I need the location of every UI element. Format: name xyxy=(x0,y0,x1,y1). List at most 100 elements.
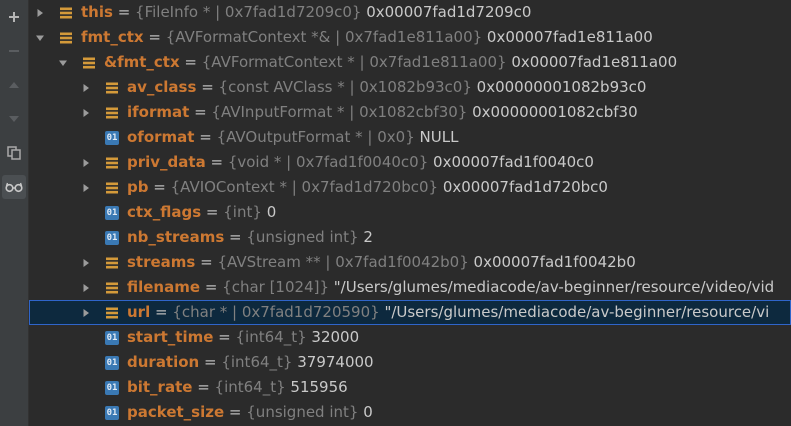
primitive-icon: 01 xyxy=(105,206,119,220)
tree-row-content: url = {char * | 0x7fad1d720590} "/Users/… xyxy=(127,300,769,325)
equals-sign: = xyxy=(112,3,136,21)
primitive-icon: 01 xyxy=(105,356,119,370)
variable-value: 0x00007fad1e811a00 xyxy=(482,28,653,46)
variable-type: {void * | 0x7fad1f0040c0} xyxy=(227,153,429,171)
primitive-icon: 01 xyxy=(105,331,119,345)
variables-tree: this = {FileInfo * | 0x7fad1d7209c0} 0x0… xyxy=(29,0,791,426)
variable-name: streams xyxy=(127,253,196,271)
tree-row-packet-size[interactable]: 01 packet_size = {unsigned int} 0 xyxy=(29,400,791,425)
variable-type: {AVIOContext * | 0x7fad1d720bc0} xyxy=(170,178,439,196)
copy-icon[interactable] xyxy=(2,141,26,165)
tree-row-this[interactable]: this = {FileInfo * | 0x7fad1d7209c0} 0x0… xyxy=(29,0,791,25)
variable-value: 32000 xyxy=(306,328,360,346)
tree-row-content: fmt_ctx = {AVFormatContext *& | 0x7fad1e… xyxy=(81,25,653,50)
tree-row-filename[interactable]: filename = {char [1024]} "/Users/glumes/… xyxy=(29,275,791,300)
variable-value: "/Users/glumes/mediacode/av-beginner/res… xyxy=(379,303,770,321)
collapsed-arrow-icon[interactable] xyxy=(80,100,92,125)
arrow-up-icon[interactable] xyxy=(2,73,26,97)
variable-name: av_class xyxy=(127,78,197,96)
variable-type: {AVFormatContext *& | 0x7fad1e811a00} xyxy=(165,28,483,46)
variable-value: 2 xyxy=(358,228,373,246)
tree-row-fmt-ctx[interactable]: fmt_ctx = {AVFormatContext *& | 0x7fad1e… xyxy=(29,25,791,50)
variable-type: {int} xyxy=(223,203,262,221)
tree-row-content: nb_streams = {unsigned int} 2 xyxy=(127,225,373,250)
tree-row-fmt-ctx[interactable]: &fmt_ctx = {AVFormatContext * | 0x7fad1e… xyxy=(29,50,791,75)
primitive-icon: 01 xyxy=(105,406,119,420)
equals-sign: = xyxy=(195,253,218,271)
tree-row-oformat[interactable]: 01 oformat = {AVOutputFormat * | 0x0} NUL… xyxy=(29,125,791,150)
tree-row-priv-data[interactable]: priv_data = {void * | 0x7fad1f0040c0} 0x… xyxy=(29,150,791,175)
tree-row-content: bit_rate = {int64_t} 515956 xyxy=(127,375,348,400)
field-icon xyxy=(105,281,119,295)
variable-type: {int64_t} xyxy=(214,378,286,396)
equals-sign: = xyxy=(224,403,247,421)
variable-value: 515956 xyxy=(285,378,348,396)
collapsed-arrow-icon[interactable] xyxy=(80,150,92,175)
debugger-toolbar xyxy=(0,0,29,426)
tree-row-content: start_time = {int64_t} 32000 xyxy=(127,325,359,350)
variable-value: 0 xyxy=(358,403,373,421)
equals-sign: = xyxy=(192,378,215,396)
collapsed-arrow-icon[interactable] xyxy=(80,250,92,275)
variable-type: {int64_t} xyxy=(221,353,293,371)
tree-row-content: &fmt_ctx = {AVFormatContext * | 0x7fad1e… xyxy=(104,50,677,75)
tree-row-content: pb = {AVIOContext * | 0x7fad1d720bc0} 0x… xyxy=(127,175,608,200)
variable-value: NULL xyxy=(414,128,459,146)
variable-name: ctx_flags xyxy=(127,203,202,221)
tree-row-nb-streams[interactable]: 01 nb_streams = {unsigned int} 2 xyxy=(29,225,791,250)
tree-row-content: duration = {int64_t} 37974000 xyxy=(127,350,374,375)
variable-value: 0 xyxy=(261,203,277,221)
collapsed-arrow-icon[interactable] xyxy=(80,75,92,100)
arrow-down-icon[interactable] xyxy=(2,107,26,131)
tree-row-start-time[interactable]: 01 start_time = {int64_t} 32000 xyxy=(29,325,791,350)
field-icon xyxy=(105,81,119,95)
equals-sign: = xyxy=(150,303,173,321)
variable-type: {FileInfo * | 0x7fad1d7209c0} xyxy=(135,3,362,21)
equals-sign: = xyxy=(143,28,166,46)
field-icon xyxy=(105,156,119,170)
variable-value: 0x00000001082cbf30 xyxy=(467,103,638,121)
variable-name: oformat xyxy=(127,128,195,146)
collapsed-arrow-icon[interactable] xyxy=(80,300,92,325)
primitive-icon: 01 xyxy=(105,381,119,395)
equals-sign: = xyxy=(148,178,171,196)
variable-name: pb xyxy=(127,178,149,196)
tree-row-content: oformat = {AVOutputFormat * | 0x0} NULL xyxy=(127,125,458,150)
tree-row-content: iformat = {AVInputFormat * | 0x1082cbf30… xyxy=(127,100,638,125)
equals-sign: = xyxy=(196,78,219,96)
variable-value: 0x00007fad1f0042b0 xyxy=(468,253,636,271)
variable-name: &fmt_ctx xyxy=(104,53,180,71)
tree-row-iformat[interactable]: iformat = {AVInputFormat * | 0x1082cbf30… xyxy=(29,100,791,125)
field-icon xyxy=(105,256,119,270)
variable-value: 0x00007fad1d7209c0 xyxy=(361,3,532,21)
plus-icon[interactable] xyxy=(2,5,26,29)
expanded-arrow-icon[interactable] xyxy=(57,50,69,75)
tree-row-content: streams = {AVStream ** | 0x7fad1f0042b0}… xyxy=(127,250,636,275)
primitive-icon: 01 xyxy=(105,131,119,145)
field-icon xyxy=(82,56,96,70)
collapsed-arrow-icon[interactable] xyxy=(80,275,92,300)
tree-row-url[interactable]: url = {char * | 0x7fad1d720590} "/Users/… xyxy=(29,300,791,325)
variable-value: "/Users/glumes/mediacode/av-beginner/res… xyxy=(329,278,775,296)
tree-row-pb[interactable]: pb = {AVIOContext * | 0x7fad1d720bc0} 0x… xyxy=(29,175,791,200)
collapsed-arrow-icon[interactable] xyxy=(34,0,46,25)
expanded-arrow-icon[interactable] xyxy=(34,25,46,50)
variable-value: 0x00007fad1e811a00 xyxy=(506,53,678,71)
field-icon xyxy=(105,306,119,320)
glasses-icon[interactable] xyxy=(2,175,26,199)
tree-row-streams[interactable]: streams = {AVStream ** | 0x7fad1f0042b0}… xyxy=(29,250,791,275)
variable-type: {char * | 0x7fad1d720590} xyxy=(172,303,380,321)
tree-row-content: priv_data = {void * | 0x7fad1f0040c0} 0x… xyxy=(127,150,594,175)
tree-row-content: this = {FileInfo * | 0x7fad1d7209c0} 0x0… xyxy=(81,0,531,25)
minus-icon[interactable] xyxy=(2,39,26,63)
equals-sign: = xyxy=(200,278,223,296)
variable-name: packet_size xyxy=(127,403,225,421)
collapsed-arrow-icon[interactable] xyxy=(80,175,92,200)
tree-row-av-class[interactable]: av_class = {const AVClass * | 0x1082b93c… xyxy=(29,75,791,100)
variable-name: filename xyxy=(127,278,201,296)
tree-row-ctx-flags[interactable]: 01 ctx_flags = {int} 0 xyxy=(29,200,791,225)
tree-row-duration[interactable]: 01 duration = {int64_t} 37974000 xyxy=(29,350,791,375)
tree-row-bit-rate[interactable]: 01 bit_rate = {int64_t} 515956 xyxy=(29,375,791,400)
equals-sign: = xyxy=(199,353,222,371)
equals-sign: = xyxy=(201,203,224,221)
